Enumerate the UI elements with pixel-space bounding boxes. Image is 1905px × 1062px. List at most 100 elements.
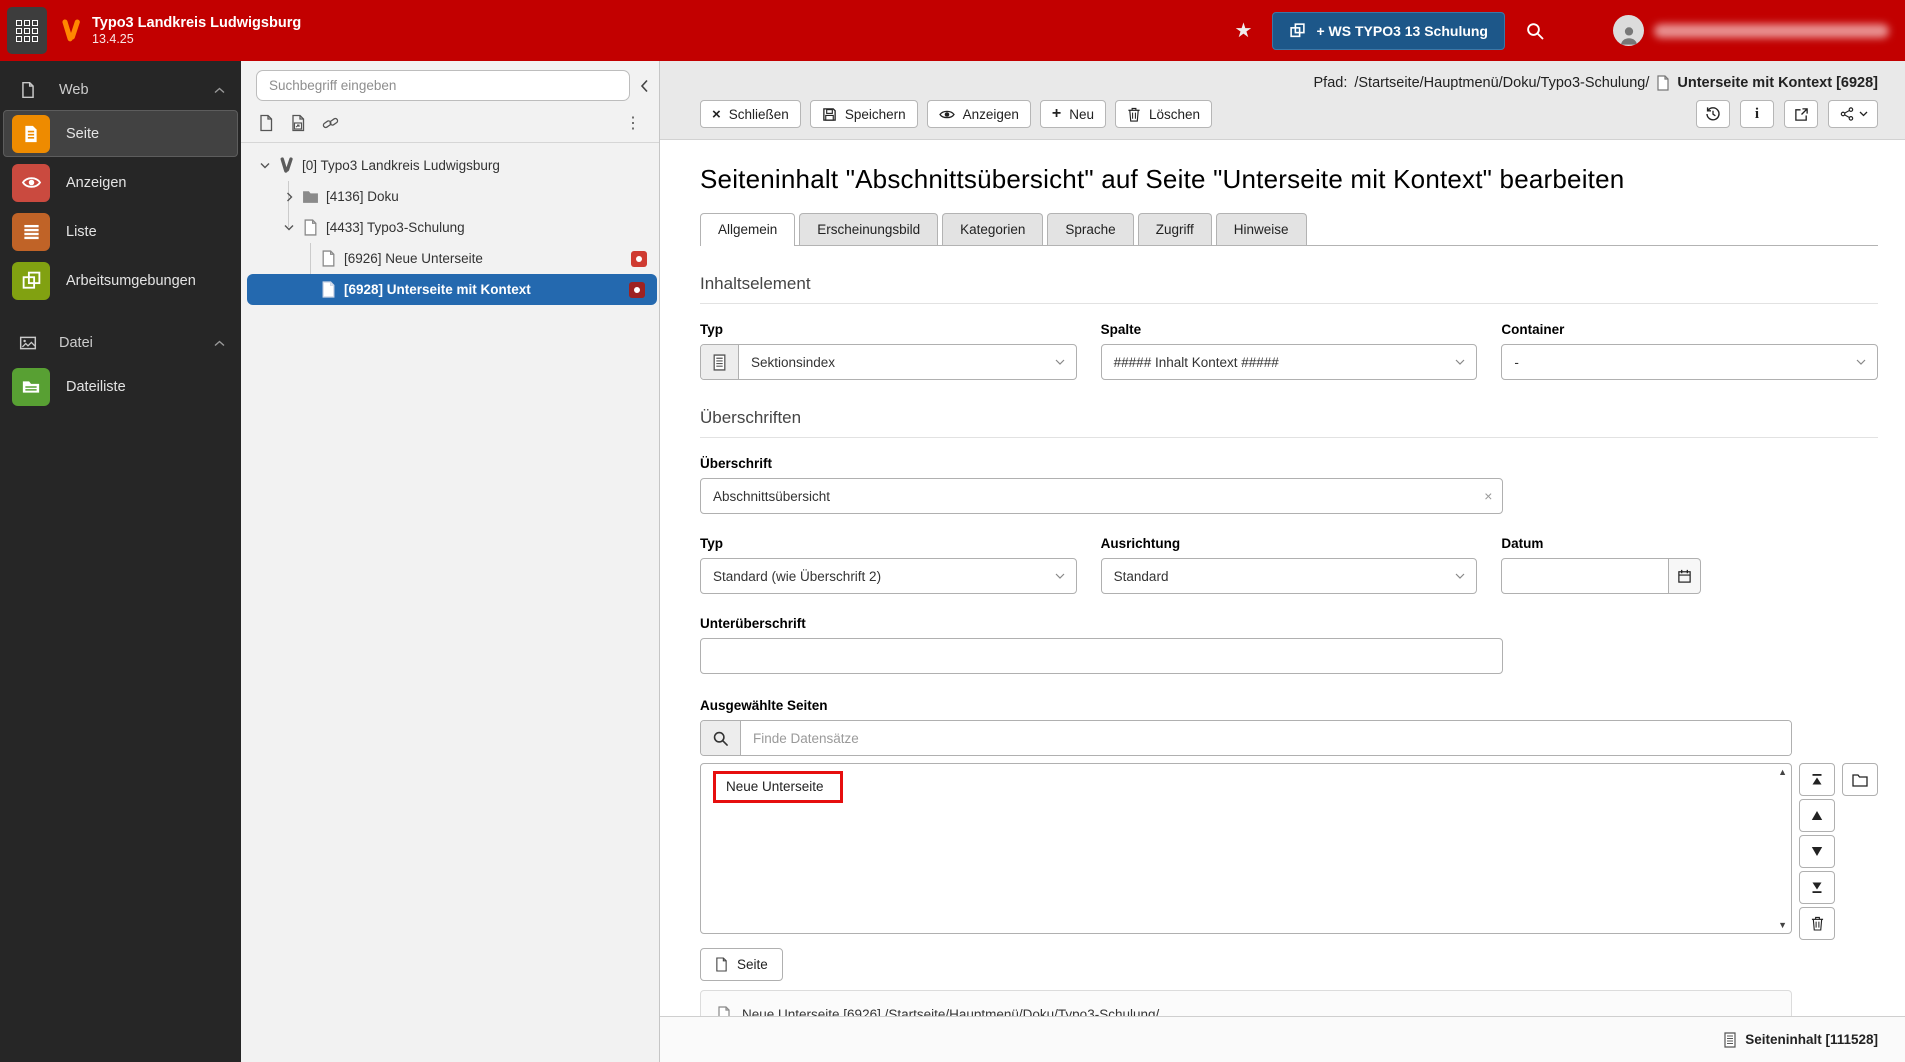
page-icon [301,219,319,236]
tree-node-label: [4136] Doku [326,189,399,204]
unterueberschrift-input[interactable] [700,638,1504,674]
tree-node-unterseite-mit-kontext[interactable]: [6928] Unterseite mit Kontext [247,274,657,305]
search-icon [701,721,741,755]
scrollbar-down-icon[interactable]: ▼ [1778,920,1787,930]
chevron-right-icon[interactable] [281,192,297,202]
tree-node-label: [0] Typo3 Landkreis Ludwigsburg [302,158,500,173]
record-footer: Seiteninhalt [111528] [660,1016,1905,1062]
docheader: Pfad: /Startseite/Hauptmenü/Doku/Typo3-S… [660,61,1905,140]
module-group-label: Datei [59,335,93,351]
sidebar-item-arbeitsumgebungen[interactable]: Arbeitsumgebungen [3,257,238,304]
tree-filter-input[interactable] [256,70,630,101]
tab-hinweise[interactable]: Hinweise [1215,213,1307,245]
module-group-datei[interactable]: Datei [0,318,241,361]
link-icon[interactable] [321,115,340,132]
scrollbar-up-icon[interactable]: ▲ [1778,767,1787,777]
move-up-button[interactable] [1799,799,1835,832]
hidden-page-badge-icon [629,281,645,298]
sidebar-item-liste[interactable]: Liste [3,208,238,255]
history-button[interactable] [1696,100,1730,128]
heading-typ-label: Typ [700,536,723,551]
share-icon [1840,107,1854,121]
colpos-select[interactable]: ##### Inhalt Kontext ##### [1100,344,1478,380]
tab-kategorien[interactable]: Kategorien [942,213,1044,245]
user-menu[interactable] [1613,15,1889,46]
sidebar-item-seite[interactable]: Seite [3,110,238,157]
tree-toolbar: ⋮ [241,106,659,143]
section-ueberschriften: Überschriften [700,408,1878,438]
alignment-select[interactable]: Standard [1100,558,1478,594]
tab-bar: Allgemein Erscheinungsbild Kategorien Sp… [700,213,1878,246]
new-shortcut-page-icon[interactable] [289,114,306,132]
share-button[interactable] [1828,100,1878,128]
view-button-label: Anzeigen [962,106,1019,122]
sidebar-item-label: Dateiliste [66,378,126,395]
eye-icon [938,108,955,121]
collapse-pagetree-button[interactable] [640,79,649,93]
ctype-select[interactable]: Sektionsindex [700,344,1077,380]
ueberschrift-input[interactable] [700,478,1504,514]
tree-node-typo3-schulung[interactable]: [4433] Typo3-Schulung [241,212,659,243]
filelist-module-icon [12,367,50,406]
tab-zugriff[interactable]: Zugriff [1137,213,1212,245]
module-menu: Web Seite Anzeigen Liste Arbeitsumgebung… [0,61,241,1062]
chevron-down-icon [1055,359,1065,365]
module-group-label: Web [59,82,89,98]
docbody: Seiteninhalt "Abschnittsübersicht" auf S… [660,140,1905,1038]
selected-pages-listbox[interactable]: Neue Unterseite ▲ ▼ [700,763,1792,934]
delete-button[interactable]: Löschen [1115,100,1213,128]
search-icon[interactable] [1525,21,1545,41]
tree-node-label: [6928] Unterseite mit Kontext [344,282,531,297]
spalte-label: Spalte [1100,322,1142,337]
tab-sprache[interactable]: Sprache [1047,213,1134,245]
workspace-button[interactable]: + WS TYPO3 13 Schulung [1272,11,1505,50]
view-button[interactable]: Anzeigen [926,100,1031,128]
module-content: Pfad: /Startseite/Hauptmenü/Doku/Typo3-S… [660,61,1905,1062]
brand: Typo3 Landkreis Ludwigsburg 13.4.25 [59,14,301,48]
info-button[interactable]: i [1740,100,1774,128]
tree-node-label: [4433] Typo3-Schulung [326,220,465,235]
clear-icon[interactable]: × [1484,488,1492,504]
sidebar-item-anzeigen[interactable]: Anzeigen [3,159,238,206]
record-footer-label: Seiteninhalt [111528] [1745,1032,1878,1047]
move-to-top-button[interactable] [1799,763,1835,796]
heading-type-select[interactable]: Standard (wie Überschrift 2) [700,558,1077,594]
date-input[interactable] [1501,558,1669,594]
tab-allgemein[interactable]: Allgemein [700,213,796,246]
chevron-down-icon[interactable] [281,224,297,231]
calendar-icon[interactable] [1668,558,1702,594]
module-menu-button[interactable] [7,7,47,54]
bookmark-star-icon[interactable]: ★ [1235,18,1253,43]
close-button[interactable]: × Schließen [700,100,801,128]
section-inhaltselement: Inhaltselement [700,274,1878,304]
tree-node-doku[interactable]: [4136] Doku [241,181,659,212]
chevron-down-icon[interactable] [257,162,273,169]
browse-folder-button[interactable] [1842,763,1878,796]
new-button-label: Neu [1069,106,1095,122]
add-page-button[interactable]: Seite [700,948,783,981]
open-in-window-button[interactable] [1784,100,1818,128]
save-button[interactable]: Speichern [809,100,918,128]
remove-item-button[interactable] [1799,907,1835,940]
find-records-input[interactable] [741,721,1791,755]
close-button-label: Schließen [728,106,789,122]
annotation-red-box: Neue Unterseite [713,771,843,803]
browse-controls [1842,763,1878,796]
move-down-button[interactable] [1799,835,1835,868]
tree-node-neue-unterseite[interactable]: [6926] Neue Unterseite [241,243,659,274]
container-select[interactable]: - [1501,344,1878,380]
new-button[interactable]: + Neu [1039,100,1107,128]
new-page-icon[interactable] [258,114,274,132]
tab-erscheinungsbild[interactable]: Erscheinungsbild [799,213,939,245]
typ-label: Typ [700,322,723,337]
plus-icon: + [1051,105,1062,122]
grid-icon [16,19,38,42]
chevron-down-icon [1055,573,1065,579]
module-group-web[interactable]: Web [0,65,241,108]
tree-more-menu-icon[interactable]: ⋮ [625,113,645,133]
tree-node-root[interactable]: [0] Typo3 Landkreis Ludwigsburg [241,150,659,181]
move-to-bottom-button[interactable] [1799,871,1835,904]
sidebar-item-label: Liste [66,223,97,240]
selected-pages-item[interactable]: Neue Unterseite [716,774,840,800]
sidebar-item-dateiliste[interactable]: Dateiliste [3,363,238,410]
